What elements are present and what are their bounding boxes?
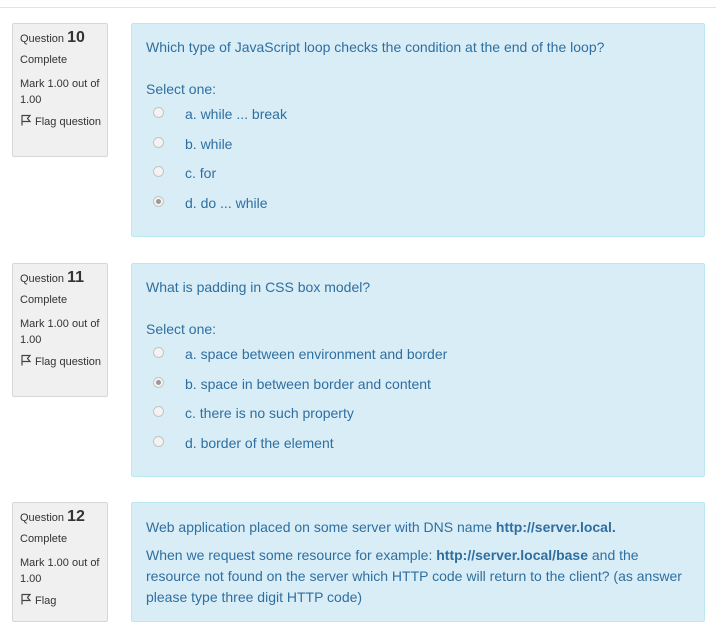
request-prefix: When we request some resource for exampl… xyxy=(146,547,437,563)
answer-option[interactable]: c. there is no such property xyxy=(146,403,690,433)
flag-question-link[interactable]: Flag xyxy=(20,593,107,609)
question-info: Question 11 Complete Mark 1.00 out of 1.… xyxy=(12,263,108,397)
question-text: Which type of JavaScript loop checks the… xyxy=(146,39,605,55)
question-number: 10 xyxy=(67,29,85,46)
answer-label[interactable]: c. there is no such property xyxy=(185,403,354,423)
dns-name: http://server.local. xyxy=(495,519,616,535)
flag-question-label: Flag question xyxy=(35,116,102,128)
flag-question-label: Flag question xyxy=(35,356,102,368)
radio-button[interactable] xyxy=(153,107,164,118)
answer-label[interactable]: c. for xyxy=(185,163,216,183)
question-state: Complete xyxy=(20,294,68,306)
question-content: Web application placed on some server wi… xyxy=(131,502,705,622)
top-divider xyxy=(0,7,716,8)
question-state: Complete xyxy=(20,54,68,66)
answer-label[interactable]: b. space in between border and content xyxy=(185,374,431,394)
answer-option[interactable]: a. space between environment and border xyxy=(146,344,690,374)
question-state: Complete xyxy=(20,533,68,545)
question-content: What is padding in CSS box model? Select… xyxy=(131,263,705,477)
answer-option[interactable]: a. while ... break xyxy=(146,104,690,134)
request-url: http://server.local/base xyxy=(436,547,588,563)
question-label: Question xyxy=(20,512,65,524)
flag-icon xyxy=(21,593,32,605)
answer-list: a. while ... break b. while c. for d. do… xyxy=(146,104,690,222)
radio-button[interactable] xyxy=(153,136,164,148)
answer-label[interactable]: d. do ... while xyxy=(185,193,268,213)
select-one-prompt: Select one: xyxy=(146,321,217,337)
radio-button[interactable] xyxy=(153,406,164,417)
question-info: Question 12 Complete Mark 1.00 out of 1.… xyxy=(12,502,108,622)
answer-label[interactable]: b. while xyxy=(185,134,232,154)
answer-option[interactable]: b. space in between border and content xyxy=(146,374,690,404)
question-request-text: When we request some resource for exampl… xyxy=(146,545,690,608)
question-number-line: Question 12 xyxy=(20,509,107,526)
question-info: Question 10 Complete Mark 1.00 out of 1.… xyxy=(12,23,108,157)
question-content: Which type of JavaScript loop checks the… xyxy=(131,23,705,237)
answer-label[interactable]: d. border of the element xyxy=(185,433,334,453)
question-grade: Mark 1.00 out of 1.00 xyxy=(20,78,100,106)
flag-question-link[interactable]: Flag question xyxy=(20,114,107,130)
question-number: 12 xyxy=(67,508,85,525)
question-label: Question xyxy=(20,33,65,45)
radio-button[interactable] xyxy=(153,166,164,177)
answer-list: a. space between environment and border … xyxy=(146,344,690,462)
answer-label[interactable]: a. space between environment and border xyxy=(185,344,447,364)
radio-button[interactable] xyxy=(153,435,164,447)
question-text-prefix: Web application placed on some server wi… xyxy=(146,519,496,535)
answer-option[interactable]: c. for xyxy=(146,163,690,193)
question-text: What is padding in CSS box model? xyxy=(146,279,371,295)
select-one-prompt: Select one: xyxy=(146,81,217,97)
radio-button-selected[interactable] xyxy=(153,195,164,207)
question-number-line: Question 10 xyxy=(20,30,107,47)
answer-option[interactable]: d. do ... while xyxy=(146,193,690,223)
question-label: Question xyxy=(20,273,65,285)
flag-icon xyxy=(21,114,32,126)
flag-question-link[interactable]: Flag question xyxy=(20,354,107,370)
question-grade: Mark 1.00 out of 1.00 xyxy=(20,557,100,585)
radio-button-selected[interactable] xyxy=(153,376,164,388)
flag-question-label: Flag xyxy=(35,595,57,607)
question-number-line: Question 11 xyxy=(20,270,107,287)
question-number: 11 xyxy=(67,269,85,286)
flag-icon xyxy=(21,354,32,366)
answer-option[interactable]: d. border of the element xyxy=(146,433,690,463)
question-text: Web application placed on some server wi… xyxy=(146,517,690,538)
question-grade: Mark 1.00 out of 1.00 xyxy=(20,318,100,346)
radio-button[interactable] xyxy=(153,347,164,358)
answer-option[interactable]: b. while xyxy=(146,134,690,164)
answer-label[interactable]: a. while ... break xyxy=(185,104,287,124)
